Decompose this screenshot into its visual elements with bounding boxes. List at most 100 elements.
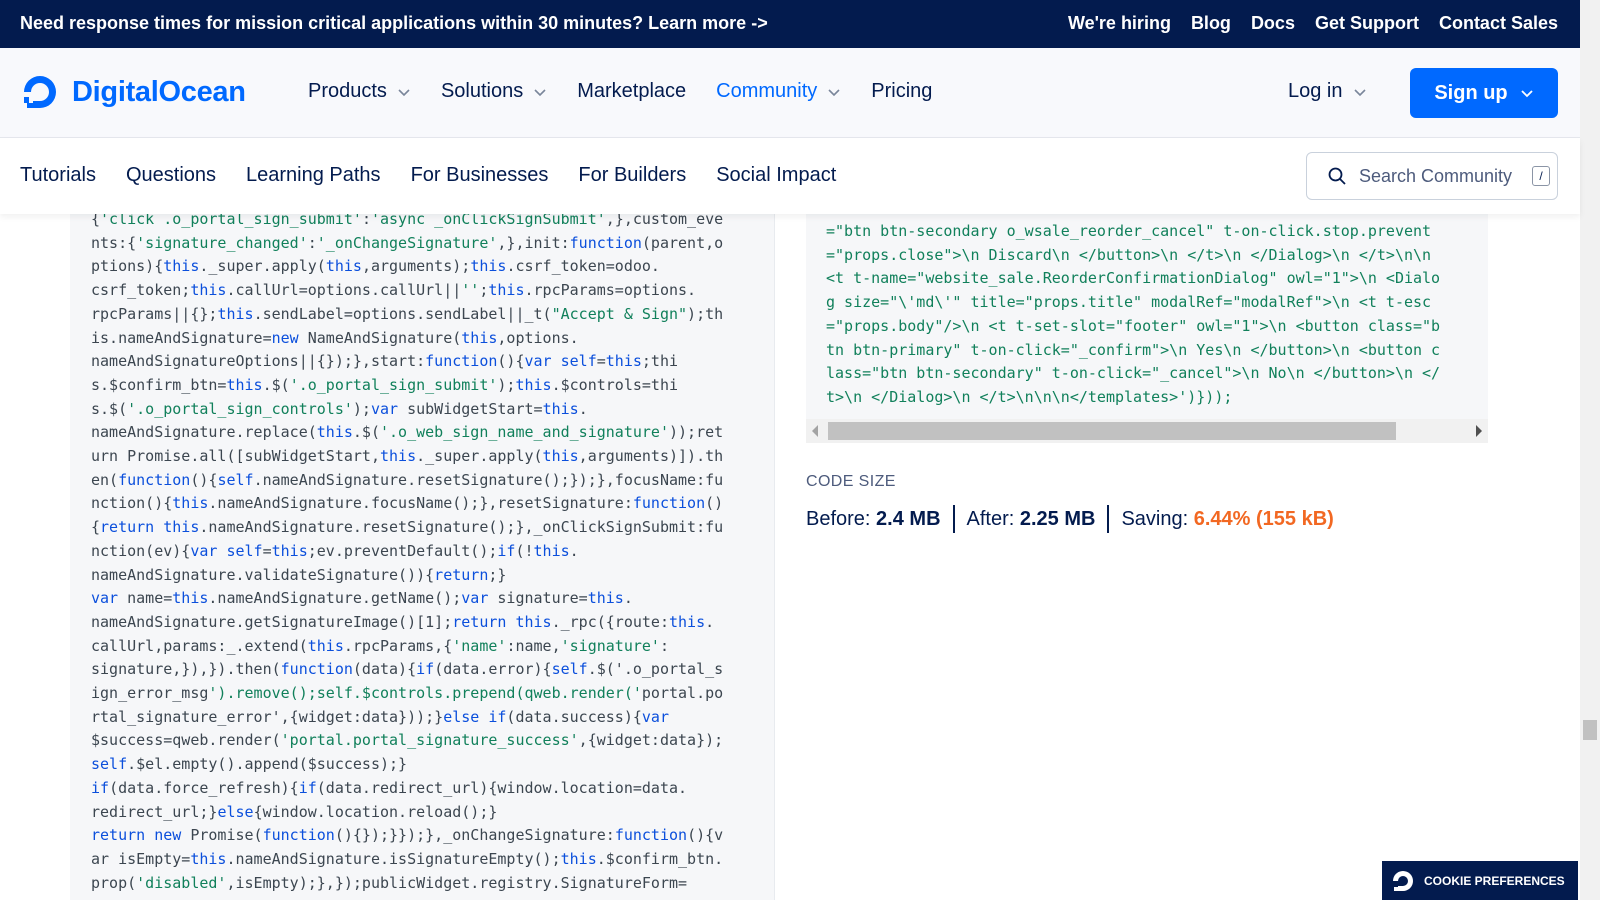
code-line: csrf_token;this.callUrl=options.callUrl|… — [91, 281, 697, 300]
code-size-stats: Before: 2.4 MB After: 2.25 MB Saving: 6.… — [806, 505, 1334, 533]
after-label: After: — [966, 507, 1015, 530]
stat-divider — [952, 505, 955, 533]
code-line: return new Promise(function(){});}});},_… — [91, 826, 724, 845]
subnav-tutorials[interactable]: Tutorials — [20, 164, 96, 187]
cookie-logo-icon — [1393, 870, 1413, 891]
code-line: callUrl,params:_.extend(this.rpcParams,{… — [91, 636, 669, 655]
subnav-for-builders[interactable]: For Builders — [578, 164, 686, 187]
scroll-left-arrow-icon[interactable] — [812, 425, 818, 437]
code-line: t>\n </Dialog>\n </t>\n\n\n</templates>'… — [826, 387, 1233, 406]
code-line: nction(ev){var self=this;ev.preventDefau… — [91, 541, 579, 560]
chevron-down-icon — [1521, 90, 1533, 98]
code-line: signature,}),}).then(function(data){if(d… — [91, 660, 724, 679]
banner-links: We're hiring Blog Docs Get Support Conta… — [1068, 13, 1558, 34]
code-line: nction(){this.nameAndSignature.focusName… — [91, 494, 724, 513]
saving-value: 6.44% (155 kB) — [1193, 507, 1334, 530]
code-line: nameAndSignature.replace(this.$('.o_web_… — [91, 423, 724, 442]
community-subnav-items: Tutorials Questions Learning Paths For B… — [20, 164, 836, 187]
chevron-down-icon — [1353, 88, 1366, 96]
code-line: nameAndSignature.validateSignature()){re… — [91, 565, 507, 584]
saving-label: Saving: — [1121, 507, 1189, 530]
before-label: Before: — [806, 507, 871, 530]
search-icon — [1328, 167, 1346, 185]
logo-wordmark: DigitalOcean — [72, 75, 246, 108]
code-line: nts:{'signature_changed':'_onChangeSigna… — [91, 233, 724, 252]
code-line: redirect_url;}else{window.location.reloa… — [91, 802, 498, 821]
digitalocean-logo[interactable]: DigitalOcean — [20, 72, 246, 112]
code-line: g size="\'md\'" title="props.title" moda… — [826, 293, 1432, 312]
banner-link-hiring[interactable]: We're hiring — [1068, 13, 1171, 34]
nav-solutions-label: Solutions — [440, 80, 524, 102]
cookie-preferences-label: COOKIE PREFERENCES — [1424, 873, 1565, 888]
code-line: tn btn-primary" t-on-click="_confirm">\n… — [826, 340, 1441, 359]
code-line: var name=this.nameAndSignature.getName()… — [91, 589, 633, 608]
cookie-preferences-button[interactable]: COOKIE PREFERENCES — [1382, 861, 1578, 900]
code-line: en(function(){self.nameAndSignature.rese… — [91, 470, 724, 489]
code-line: is.nameAndSignature=new NameAndSignature… — [91, 328, 579, 347]
login-label: Log in — [1288, 80, 1343, 102]
minified-code-after: ="btn btn-secondary o_wsale_reorder_canc… — [806, 196, 1488, 442]
search-community-input[interactable]: Search Community / — [1306, 152, 1558, 200]
code-line: self.$el.empty().append($success);} — [91, 755, 408, 774]
code-line: <t t-name="website_sale.ReorderConfirmat… — [826, 269, 1441, 288]
scroll-right-arrow-icon[interactable] — [1476, 425, 1482, 437]
code-line: $success=qweb.render('portal.portal_sign… — [91, 731, 724, 750]
banner-link-blog[interactable]: Blog — [1191, 13, 1231, 34]
subnav-learning-paths[interactable]: Learning Paths — [246, 164, 381, 187]
announcement-banner: Need response times for mission critical… — [0, 0, 1580, 48]
code-line: lass="btn btn-secondary" t-on-click="_ca… — [826, 364, 1441, 383]
code-line: nameAndSignatureOptions||{});},start:fun… — [91, 352, 679, 371]
code-text-after: ="btn btn-secondary o_wsale_reorder_canc… — [826, 220, 1440, 410]
code-line: ign_error_msg').remove();self.$controls.… — [91, 684, 724, 703]
code-line: ptions){this._super.apply(this,arguments… — [91, 257, 660, 276]
page-scrollbar-thumb[interactable] — [1583, 720, 1597, 740]
code-line: s.$confirm_btn=this.$('.o_portal_sign_su… — [91, 375, 679, 394]
code-line: s.$('.o_portal_sign_controls');var subWi… — [91, 399, 588, 418]
banner-message-link[interactable]: Need response times for mission critical… — [20, 13, 768, 34]
code-size-title: CODE SIZE — [806, 473, 896, 490]
nav-community[interactable]: Community — [716, 80, 841, 103]
search-placeholder: Search Community — [1359, 165, 1513, 186]
code-line: rpcParams||{};this.sendLabel=options.sen… — [91, 304, 724, 323]
chevron-down-icon — [534, 88, 546, 96]
signup-button[interactable]: Sign up — [1410, 68, 1558, 118]
banner-link-sales[interactable]: Contact Sales — [1439, 13, 1558, 34]
search-shortcut-key: / — [1532, 166, 1551, 186]
code-line: ="props.close">\n Discard\n </button>\n … — [826, 245, 1432, 264]
nav-products-label: Products — [308, 80, 387, 102]
login-menu[interactable]: Log in — [1288, 80, 1367, 103]
nav-marketplace[interactable]: Marketplace — [577, 80, 686, 103]
code-text-before: {'click .o_portal_sign_submit':'async _o… — [91, 208, 723, 895]
main-navigation: DigitalOcean Products Solutions Marketpl… — [0, 48, 1580, 138]
code-line: ar isEmpty=this.nameAndSignature.isSigna… — [91, 849, 724, 868]
nav-pricing-label: Pricing — [871, 80, 933, 102]
code-line: ="props.body"/>\n <t t-set-slot="footer"… — [826, 316, 1441, 335]
scrollbar-thumb[interactable] — [828, 422, 1396, 440]
nav-solutions[interactable]: Solutions — [441, 80, 547, 103]
code-line: prop('disabled',isEmpty);},});publicWidg… — [91, 873, 688, 892]
code-line: urn Promise.all([subWidgetStart,this._su… — [91, 447, 724, 466]
subnav-for-businesses[interactable]: For Businesses — [411, 164, 549, 187]
subnav-questions[interactable]: Questions — [126, 164, 216, 187]
code-horizontal-scrollbar[interactable] — [806, 419, 1488, 443]
page-vertical-scrollbar[interactable] — [1580, 0, 1600, 900]
nav-marketplace-label: Marketplace — [577, 80, 687, 102]
banner-link-docs[interactable]: Docs — [1251, 13, 1295, 34]
nav-pricing[interactable]: Pricing — [871, 80, 932, 103]
banner-link-support[interactable]: Get Support — [1315, 13, 1419, 34]
code-line: nameAndSignature.getSignatureImage()[1];… — [91, 612, 715, 631]
code-line: {return this.nameAndSignature.resetSigna… — [91, 518, 724, 537]
chevron-down-icon — [828, 88, 840, 96]
primary-nav-items: Products Solutions Marketplace Community… — [308, 80, 932, 103]
code-line: rtal_signature_error',{widget:data}));}e… — [91, 707, 669, 726]
after-value: 2.25 MB — [1019, 507, 1096, 530]
minified-code-before: {'click .o_portal_sign_submit':'async _o… — [70, 196, 775, 900]
nav-products[interactable]: Products — [308, 80, 411, 103]
subnav-social-impact[interactable]: Social Impact — [716, 164, 836, 187]
chevron-down-icon — [398, 88, 410, 96]
code-line: if(data.force_refresh){if(data.redirect_… — [91, 778, 688, 797]
before-value: 2.4 MB — [876, 507, 941, 530]
signup-label: Sign up — [1434, 81, 1508, 104]
community-subnav: Tutorials Questions Learning Paths For B… — [0, 138, 1580, 214]
code-line: ="btn btn-secondary o_wsale_reorder_canc… — [826, 222, 1432, 240]
